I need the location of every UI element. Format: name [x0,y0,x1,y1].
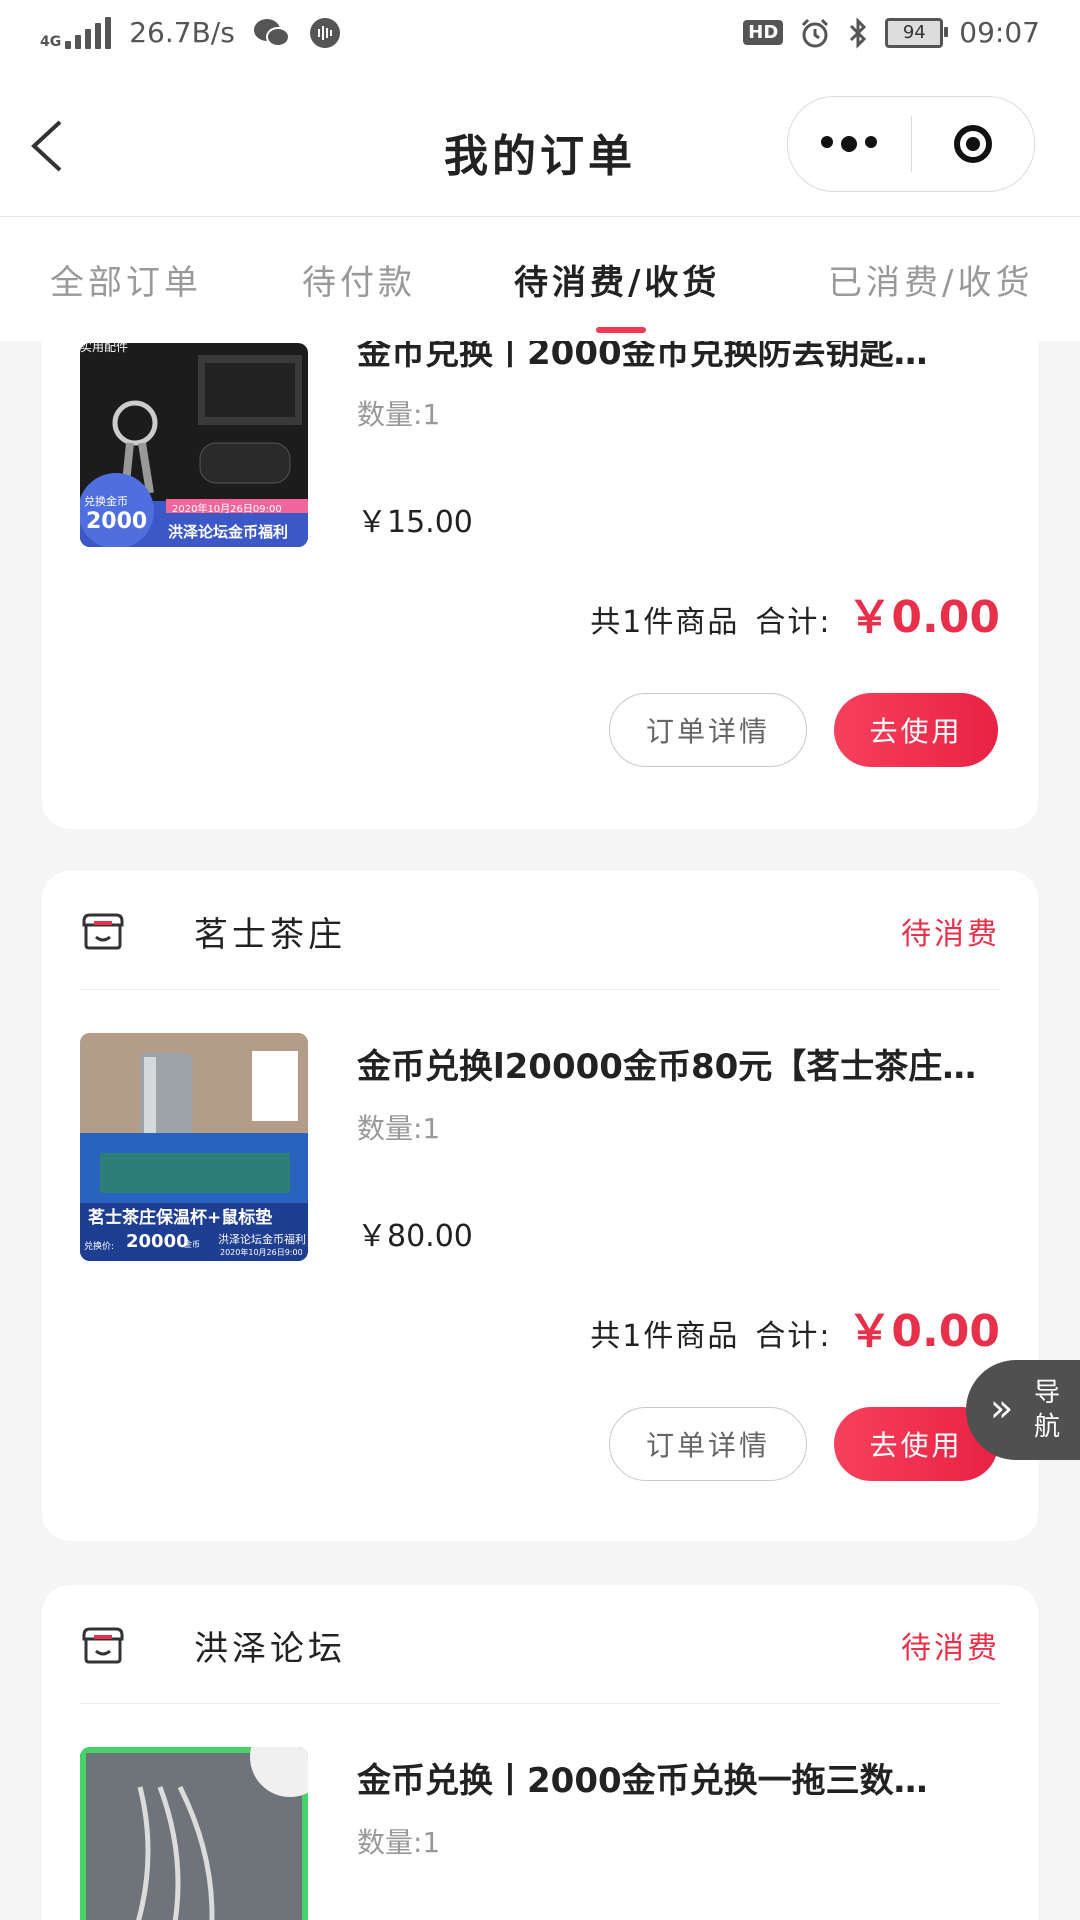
navigation-bar: 我的订单 [0,74,1080,217]
more-button[interactable] [788,136,911,152]
shop-header[interactable]: 茗士茶庄 待消费 [80,871,1000,990]
order-list[interactable]: 实用配件 兑换金币 2000 2020年10月26日09:00 洪泽论坛金币福利… [0,341,1080,1920]
shop-name: 茗士茶庄 [194,915,346,955]
cable-product-image [80,1747,308,1920]
target-icon [953,125,992,163]
battery-icon: 94 [885,17,949,48]
order-summary: 共1件商品 合计: ￥0.00 [590,1295,1000,1359]
order-status: 待消费 [901,1631,1000,1666]
item-count: 共1件商品 [590,1319,740,1354]
signal-icon [65,16,112,49]
total-amount: ￥0.00 [847,592,1000,643]
network-speed: 26.7B/s [129,16,235,49]
product-image[interactable] [80,1747,308,1920]
product-price: ￥80.00 [357,1219,473,1254]
store-icon [82,1627,124,1664]
total-label: 合计: [755,605,832,640]
order-card: 实用配件 兑换金币 2000 2020年10月26日09:00 洪泽论坛金币福利… [42,341,1038,829]
close-miniprogram-button[interactable] [912,125,1035,163]
order-summary: 共1件商品 合计: ￥0.00 [590,581,1000,645]
product-image[interactable]: 茗士茶庄保温杯+鼠标垫 兑换价: 20000 金币 洪泽论坛金币福利 2020年… [80,1033,308,1261]
floating-nav-label: 导航 [1033,1378,1060,1442]
product-quantity: 数量:1 [357,398,441,431]
product-quantity: 数量:1 [357,1112,441,1145]
shop-header[interactable]: 洪泽论坛 待消费 [80,1585,1000,1704]
clock: 09:07 [959,16,1040,49]
hd-badge: HD [743,20,784,45]
product-title[interactable]: 金币兑换丨2000金币兑换一拖三数… [357,1753,987,1802]
floating-nav-button[interactable]: » 导航 [966,1360,1080,1460]
network-type: 4G [40,33,62,50]
wechat-icon [253,18,290,47]
item-count: 共1件商品 [590,605,740,640]
product-title[interactable]: 金币兑换l20000金币80元【茗士茶庄… [357,1039,987,1088]
order-card: 茗士茶庄 待消费 茗士茶庄保温杯+鼠标垫 兑换价: 20000 金币 洪泽论坛金… [42,871,1038,1541]
tab-active-indicator [596,327,646,333]
order-status: 待消费 [901,917,1000,952]
total-label: 合计: [755,1319,832,1354]
shop-name: 洪泽论坛 [194,1629,346,1669]
double-chevron-icon: » [990,1386,1014,1430]
product-title[interactable]: 金币兑换丨2000金币兑换防丢钥匙… [357,341,987,374]
store-icon [82,913,124,950]
order-tabs: 全部订单 待付款 待消费/收货 已消费/收货 [0,217,1080,341]
product-image[interactable]: 实用配件 兑换金币 2000 2020年10月26日09:00 洪泽论坛金币福利 [80,343,308,547]
tab-all-orders[interactable]: 全部订单 [50,255,202,304]
status-bar: 4G 26.7B/s HD 94 09:07 [0,0,1080,74]
order-card: 洪泽论坛 待消费 金币兑换丨2000金币兑换一拖三数… 数量:1 [42,1585,1038,1920]
use-button[interactable]: 去使用 [834,693,998,767]
tab-completed[interactable]: 已消费/收货 [828,255,1033,304]
miniprogram-capsule [787,96,1035,192]
order-detail-button[interactable]: 订单详情 [609,1407,807,1481]
tab-pending-use[interactable]: 待消费/收货 [514,255,720,304]
product-price: ￥15.00 [357,505,473,540]
total-amount: ￥0.00 [847,1306,1000,1357]
audio-icon [309,17,340,48]
order-detail-button[interactable]: 订单详情 [609,693,807,767]
image-heading: 实用配件 [80,343,128,354]
alarm-icon [802,18,829,47]
tab-pending-payment[interactable]: 待付款 [302,255,416,304]
bluetooth-icon [850,16,867,49]
product-quantity: 数量:1 [357,1826,441,1859]
